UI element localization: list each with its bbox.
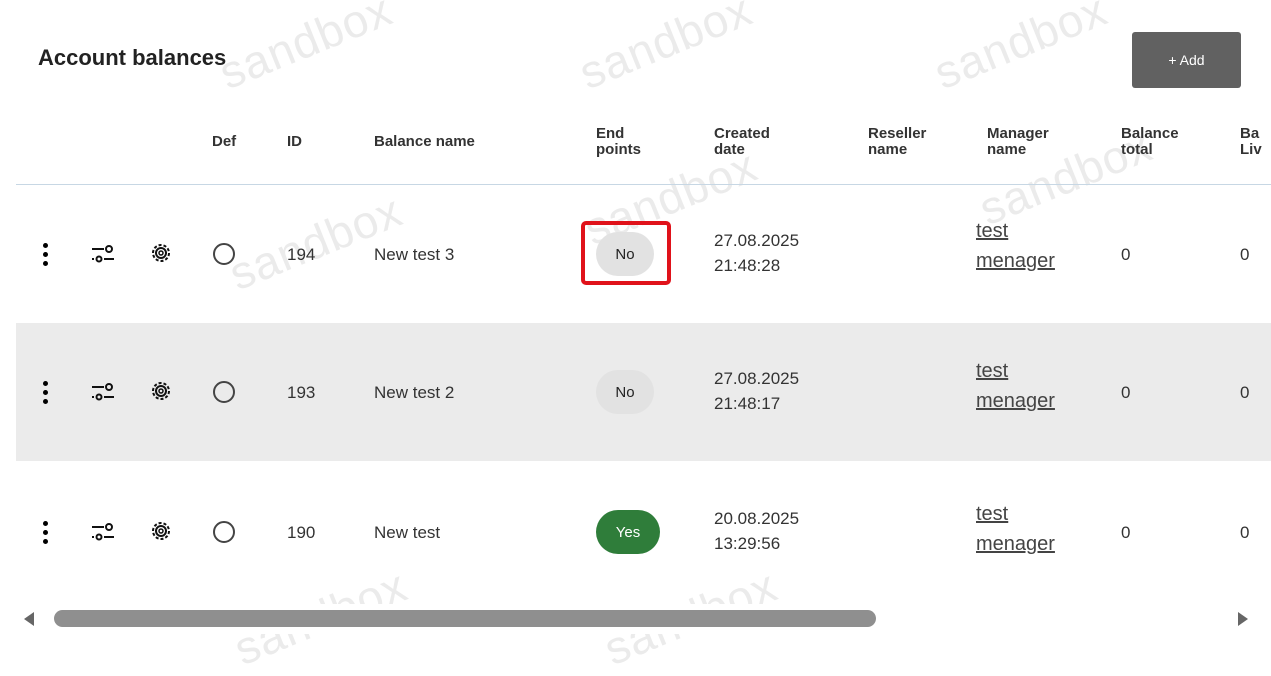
manager-link[interactable]: test menager	[976, 499, 1055, 559]
col-header-line: name	[868, 141, 908, 158]
watermark: sandbox	[926, 0, 1115, 99]
cell-balance-live: 0	[1240, 245, 1250, 264]
add-button[interactable]: + Add	[1132, 32, 1241, 88]
created-date: 27.08.2025	[714, 369, 800, 388]
created-time: 21:48:28	[714, 256, 781, 275]
manager-line: test	[976, 360, 1009, 382]
sliders-icon[interactable]	[90, 243, 116, 265]
radio-unchecked-icon[interactable]	[213, 521, 235, 543]
col-header-line: End	[596, 125, 625, 142]
col-header-line: date	[714, 141, 745, 158]
manager-line: menager	[976, 390, 1055, 412]
col-header-manager-name[interactable]: Manager name	[987, 126, 1049, 158]
page-title: Account balances	[38, 45, 227, 70]
cell-balance-name[interactable]: New test 3	[374, 245, 454, 265]
cell-created-date: 27.08.2025 21:48:17	[714, 366, 799, 416]
cell-balance-name[interactable]: New test 2	[374, 383, 454, 403]
created-date: 27.08.2025	[714, 231, 800, 250]
manager-link[interactable]: test menager	[976, 216, 1055, 276]
manager-line: test	[976, 503, 1009, 525]
created-time: 13:29:56	[714, 534, 781, 553]
watermark: sandbox	[211, 0, 400, 99]
radio-unchecked-icon[interactable]	[213, 381, 235, 403]
col-header-balance-live[interactable]: Ba Liv	[1240, 126, 1262, 158]
col-header-line: total	[1121, 141, 1153, 158]
gear-icon[interactable]	[148, 518, 174, 544]
gear-icon[interactable]	[148, 378, 174, 404]
sliders-icon[interactable]	[90, 521, 116, 543]
cell-id: 194	[287, 245, 316, 264]
watermark: sandbox	[571, 0, 760, 99]
table-header: Def ID Balance name End points Created d…	[16, 118, 1271, 185]
col-header-balance-total[interactable]: Balance total	[1121, 126, 1179, 158]
cell-balance-live: 0	[1240, 383, 1250, 402]
col-header-line: Liv	[1240, 141, 1262, 158]
scroll-right-icon[interactable]	[1238, 612, 1248, 626]
col-header-line: Reseller	[868, 125, 927, 142]
horizontal-scrollbar[interactable]	[16, 604, 1271, 634]
cell-balance-total: 0	[1121, 245, 1131, 264]
col-header-line: name	[987, 141, 1027, 158]
col-header-end-points[interactable]: End points	[596, 126, 641, 158]
more-vertical-icon[interactable]	[43, 521, 49, 545]
manager-line: menager	[976, 250, 1055, 272]
col-header-line: Ba	[1240, 125, 1260, 142]
col-header-line: points	[596, 141, 641, 158]
manager-line: menager	[976, 533, 1055, 555]
col-header-reseller-name[interactable]: Reseller name	[868, 126, 926, 158]
col-header-line: Created	[714, 125, 770, 142]
col-header-balance-name[interactable]: Balance name	[374, 134, 475, 150]
col-header-def[interactable]: Def	[212, 134, 236, 150]
cell-balance-total: 0	[1121, 383, 1131, 402]
table-row: 190 New test Yes 20.08.2025 13:29:56 tes…	[16, 461, 1271, 599]
col-header-id[interactable]: ID	[287, 134, 302, 150]
radio-unchecked-icon[interactable]	[213, 243, 235, 265]
highlight-box	[581, 221, 671, 285]
end-points-badge[interactable]: No	[596, 370, 654, 414]
scroll-left-icon[interactable]	[24, 612, 34, 626]
more-vertical-icon[interactable]	[43, 381, 49, 405]
sliders-icon[interactable]	[90, 381, 116, 403]
scrollbar-thumb[interactable]	[54, 610, 876, 627]
manager-line: test	[976, 220, 1009, 242]
table-row: 193 New test 2 No 27.08.2025 21:48:17 te…	[16, 323, 1271, 461]
cell-id: 190	[287, 523, 316, 542]
cell-balance-name[interactable]: New test	[374, 523, 440, 543]
cell-id: 193	[287, 383, 316, 402]
created-date: 20.08.2025	[714, 509, 800, 528]
more-vertical-icon[interactable]	[43, 243, 49, 267]
cell-created-date: 27.08.2025 21:48:28	[714, 228, 799, 278]
cell-balance-total: 0	[1121, 523, 1131, 542]
end-points-badge[interactable]: Yes	[596, 510, 660, 554]
manager-link[interactable]: test menager	[976, 356, 1055, 416]
col-header-created-date[interactable]: Created date	[714, 126, 770, 158]
created-time: 21:48:17	[714, 394, 781, 413]
gear-icon[interactable]	[148, 240, 174, 266]
col-header-line: Balance	[1121, 125, 1179, 142]
cell-balance-live: 0	[1240, 523, 1250, 542]
col-header-line: Manager	[987, 125, 1049, 142]
cell-created-date: 20.08.2025 13:29:56	[714, 506, 799, 556]
